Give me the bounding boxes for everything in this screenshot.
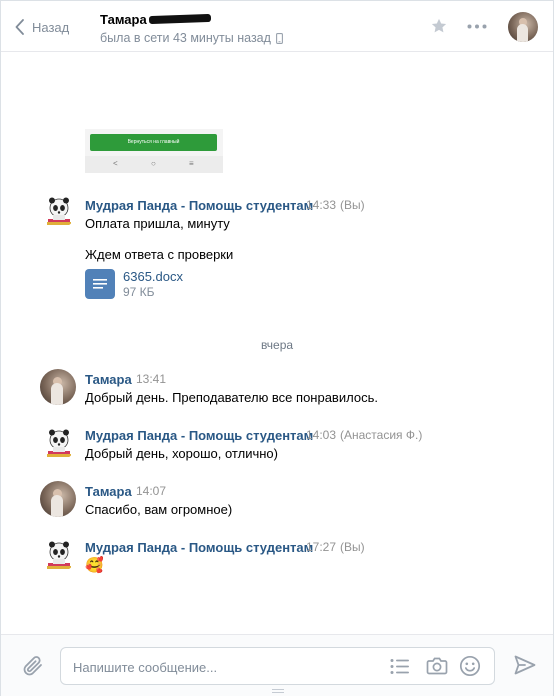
message-author[interactable]: Тамара — [85, 372, 132, 387]
back-button[interactable]: Назад — [15, 16, 69, 38]
camera-icon[interactable] — [426, 656, 448, 676]
panda-icon — [47, 541, 71, 569]
message-time[interactable]: 14:07 — [136, 484, 166, 498]
mobile-phone-icon — [275, 32, 283, 44]
chat-window: Назад Тамара была в сети 43 минуты назад… — [0, 0, 554, 696]
peer-avatar[interactable] — [508, 12, 538, 42]
peer-status: была в сети 43 минуты назад — [100, 31, 271, 45]
panda-avatar[interactable] — [40, 193, 76, 229]
panda-avatar[interactable] — [40, 537, 76, 573]
message-input[interactable] — [73, 657, 373, 677]
chat-header: Назад Тамара была в сети 43 минуты назад — [1, 1, 553, 52]
emoji-smile-icon[interactable] — [459, 655, 481, 677]
panda-icon — [47, 429, 71, 457]
nav-home-icon: ○ — [151, 159, 156, 168]
redaction-mark — [148, 13, 211, 25]
message-emoji: 🥰 — [85, 557, 104, 574]
message-time[interactable]: 14:03 — [306, 428, 336, 442]
message-author[interactable]: Мудрая Панда - Помощь студентам — [85, 540, 313, 555]
message-sender-note: (Вы) — [340, 540, 365, 554]
attachment-size: 97 КБ — [123, 285, 155, 299]
peer-info[interactable]: Тамара была в сети 43 минуты назад — [100, 10, 283, 45]
tamara-avatar[interactable] — [40, 369, 76, 405]
message-author[interactable]: Мудрая Панда - Помощь студентам — [85, 428, 313, 443]
message-text: Добрый день, хорошо, отлично) — [85, 446, 278, 461]
message-time[interactable]: 13:41 — [136, 372, 166, 386]
message-author[interactable]: Мудрая Панда - Помощь студентам — [85, 198, 313, 213]
more-icon[interactable] — [467, 24, 487, 29]
message-text: Ждем ответа с проверки — [85, 247, 234, 262]
message-text: Спасибо, вам огромное) — [85, 502, 233, 517]
preview-nav-bar: < ○ ≡ — [85, 156, 223, 173]
panda-avatar[interactable] — [40, 425, 76, 461]
nav-menu-icon: ≡ — [189, 159, 194, 168]
message-author[interactable]: Тамара — [85, 484, 132, 499]
attachment-name[interactable]: 6365.docx — [123, 269, 183, 284]
document-icon[interactable] — [85, 269, 115, 299]
date-separator: вчера — [260, 338, 294, 352]
message-text: Оплата пришла, минуту — [85, 216, 230, 231]
back-label: Назад — [32, 19, 70, 35]
message-sender-note: (Анастасия Ф.) — [340, 428, 423, 442]
peer-name: Тамара — [100, 11, 147, 27]
paperclip-icon[interactable] — [22, 654, 44, 678]
panda-icon — [47, 197, 71, 225]
template-list-icon[interactable] — [390, 658, 410, 675]
message-time[interactable]: 14:33 — [306, 198, 336, 212]
message-sender-note: (Вы) — [340, 198, 365, 212]
preview-button-text: Вернуться на главный — [90, 134, 217, 151]
star-icon[interactable] — [430, 17, 448, 35]
send-icon[interactable] — [514, 655, 536, 675]
message-input-box — [60, 647, 495, 685]
nav-back-icon: < — [113, 159, 118, 168]
tamara-avatar[interactable] — [40, 481, 76, 517]
preview-image[interactable]: Вернуться на главный < ○ ≡ — [85, 129, 223, 173]
message-text: Добрый день. Преподавателю все понравило… — [85, 390, 378, 405]
chevron-left-icon — [15, 19, 24, 35]
message-time[interactable]: 17:27 — [306, 540, 336, 554]
resize-grip[interactable] — [272, 689, 284, 693]
